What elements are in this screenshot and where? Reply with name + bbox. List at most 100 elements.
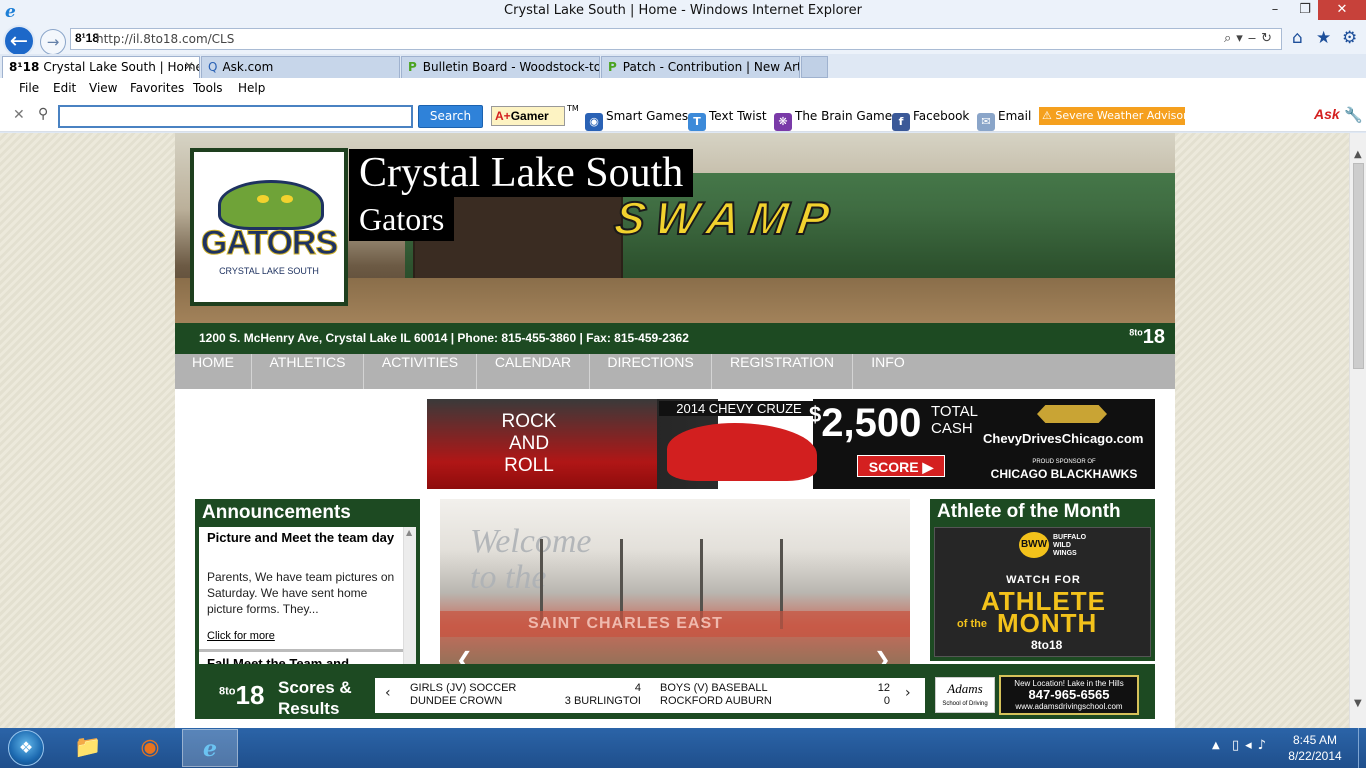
ad-total-line: TOTAL	[931, 403, 978, 420]
ad-car-title: 2014 CHEVY CRUZE	[659, 401, 819, 416]
new-tab-button[interactable]	[801, 56, 828, 78]
tray-status-icons[interactable]: ▯◂♪	[1232, 738, 1272, 753]
athlete-of-month-ad[interactable]: BWW BUFFALO WILD WINGS WATCH FOR ATHLETE o…	[934, 527, 1151, 657]
ask-logo-icon[interactable]: Ask	[1314, 106, 1340, 122]
minimize-button[interactable]: –	[1260, 0, 1290, 20]
advisory-label: Severe Weather Advisory	[1055, 109, 1195, 122]
email-link[interactable]: ✉ Email	[977, 109, 1031, 131]
photo-slideshow[interactable]: Welcome to the SAINT CHARLES EAST ❮ ❯	[440, 499, 910, 669]
contact-info: 1200 S. McHenry Ave, Crystal Lake IL 600…	[199, 331, 689, 345]
system-clock[interactable]: 8:45 AM 8/22/2014	[1282, 732, 1348, 764]
back-button[interactable]: ←	[3, 25, 35, 57]
gamer-label: Gamer	[510, 109, 549, 123]
adams-name: Adams	[947, 681, 983, 696]
text-twist-link[interactable]: T Text Twist	[688, 109, 767, 131]
facebook-icon: f	[892, 113, 910, 131]
brand-top: 8to	[1129, 327, 1143, 338]
wrench-icon[interactable]: 🔧	[1344, 106, 1363, 124]
nav-calendar[interactable]: CALENDAR	[477, 354, 590, 389]
firefox-icon[interactable]: ◉	[122, 729, 178, 767]
close-window-button[interactable]: ✕	[1318, 0, 1366, 20]
toolbar-search-input[interactable]	[58, 105, 413, 128]
buffalo-wild-wings-logo-icon: BWW	[1019, 532, 1049, 558]
nav-home[interactable]: HOME	[175, 354, 252, 389]
patch-icon: P	[608, 60, 617, 74]
watch-for-text: WATCH FOR	[1006, 574, 1081, 586]
game-score: 12	[877, 682, 890, 694]
scores-next-icon[interactable]: ›	[905, 685, 911, 701]
tab-patch-contribution[interactable]: P Patch - Contribution | New Art...	[601, 56, 800, 78]
school-logo[interactable]: GATORS CRYSTAL LAKE SOUTH	[190, 148, 348, 306]
gator-eye	[281, 195, 293, 203]
menu-view[interactable]: View	[89, 81, 117, 95]
game-score: 0	[883, 695, 890, 707]
menu-help[interactable]: Help	[238, 81, 265, 95]
8to18-logo[interactable]: 8to18	[219, 680, 264, 711]
swamp-wall-text: SWAMP	[610, 191, 843, 245]
adams-info: New Location! Lake in the Hills 847-965-…	[999, 675, 1139, 715]
show-desktop-button[interactable]	[1358, 728, 1366, 768]
scroll-thumb[interactable]	[1353, 163, 1364, 369]
scores-results-bar: 8to18 Scores & Results ‹ GIRLS (JV) SOCCE…	[195, 664, 1155, 719]
smart-games-link[interactable]: ◉ Smart Games	[585, 109, 688, 131]
close-toolbar-icon[interactable]: ✕	[13, 107, 25, 123]
smart-games-label: Smart Games	[606, 109, 689, 123]
scores-prev-icon[interactable]: ‹	[385, 685, 391, 701]
nav-info[interactable]: INFO	[853, 354, 923, 389]
email-icon: ✉	[977, 113, 995, 131]
facebook-link[interactable]: f Facebook	[892, 109, 969, 131]
address-bar[interactable]: 8¹18 http://il.8to18.com/CLS ⌕▾‒↻	[70, 28, 1282, 50]
search-icon: ⚲	[38, 106, 49, 122]
chevy-banner-ad[interactable]: ROCK AND ROLL 2014 CHEVY CRUZE $2,500 TOTA…	[427, 399, 1155, 489]
site-navigation: HOME ATHLETICS ACTIVITIES CALENDAR DIREC…	[175, 354, 1175, 389]
brand-bottom: 18	[235, 680, 265, 710]
bww-line: BUFFALO	[1053, 534, 1087, 541]
forward-button[interactable]: →	[40, 29, 66, 55]
text-twist-label: Text Twist	[709, 109, 767, 123]
announcements-scrollbar[interactable]: ▲	[403, 527, 416, 669]
nav-directions[interactable]: DIRECTIONS	[590, 354, 712, 389]
nav-activities[interactable]: ACTIVITIES	[364, 354, 477, 389]
tab-label: Bulletin Board - Woodstock-to...	[422, 60, 600, 74]
nav-registration[interactable]: REGISTRATION	[712, 354, 853, 389]
announcement-text: Parents, We have team pictures on Saturd…	[207, 570, 395, 616]
brain-game-link[interactable]: ❋ The Brain Game	[774, 109, 892, 131]
menu-edit[interactable]: Edit	[53, 81, 76, 95]
announcements-list[interactable]: Picture and Meet the team day Parents, W…	[199, 527, 416, 669]
favorites-star-icon[interactable]: ★	[1316, 28, 1331, 48]
score-game[interactable]: BOYS (V) BASEBALL 12 ROCKFORD AUBURN 0	[660, 682, 890, 708]
ad-score-button[interactable]: SCORE ▶	[857, 455, 945, 477]
menu-tools[interactable]: Tools	[193, 81, 223, 95]
gear-icon[interactable]: ⚙	[1342, 28, 1357, 48]
scroll-down-icon[interactable]: ▼	[1354, 698, 1362, 709]
scroll-up-icon[interactable]: ▲	[1354, 149, 1362, 160]
tray-expand-icon[interactable]: ▲	[1212, 740, 1220, 751]
score-game[interactable]: GIRLS (JV) SOCCER 4 DUNDEE CROWN 3 BURLING…	[410, 682, 641, 708]
weather-advisory-button[interactable]: ⚠ Severe Weather Advisory	[1039, 107, 1194, 125]
close-tab-icon[interactable]: ✕	[184, 59, 194, 73]
tab-ask[interactable]: Q Ask.com	[201, 56, 400, 78]
gamer-button[interactable]: A+Gamer	[491, 106, 565, 126]
tab-crystal-lake-south[interactable]: 8¹18 Crystal Lake South | Home ✕	[2, 56, 200, 78]
8to18-logo[interactable]: 8to18	[1129, 326, 1165, 349]
address-tools-icon[interactable]: ⌕▾‒↻	[1224, 31, 1277, 46]
tab-bulletin-board[interactable]: P Bulletin Board - Woodstock-to...	[401, 56, 600, 78]
start-button[interactable]: ❖	[8, 730, 44, 766]
page-scrollbar[interactable]: ▲ ▼	[1349, 133, 1366, 728]
nav-athletics[interactable]: ATHLETICS	[252, 354, 364, 389]
announcements-panel: Announcements Picture and Meet the team …	[195, 499, 420, 669]
address-url[interactable]: http://il.8to18.com/CLS	[96, 32, 234, 46]
toolbar-search-button[interactable]: Search	[418, 105, 483, 128]
home-icon[interactable]: ⌂	[1292, 28, 1303, 48]
adams-driving-school-ad[interactable]: Adams School of Driving New Location! Lak…	[935, 675, 1140, 715]
announcement-title[interactable]: Picture and Meet the team day	[207, 530, 397, 546]
menu-favorites[interactable]: Favorites	[130, 81, 184, 95]
scroll-up-icon[interactable]: ▲	[406, 528, 412, 537]
hero-header: SWAMP GATORS CRYSTAL LAKE SOUTH Crystal …	[175, 133, 1175, 323]
maximize-button[interactable]: ❐	[1290, 0, 1320, 20]
internet-explorer-icon[interactable]: e	[182, 729, 238, 767]
facebook-label: Facebook	[913, 109, 970, 123]
menu-file[interactable]: File	[19, 81, 39, 95]
file-explorer-icon[interactable]: 📁	[60, 729, 116, 767]
click-for-more-link[interactable]: Click for more	[207, 630, 275, 642]
